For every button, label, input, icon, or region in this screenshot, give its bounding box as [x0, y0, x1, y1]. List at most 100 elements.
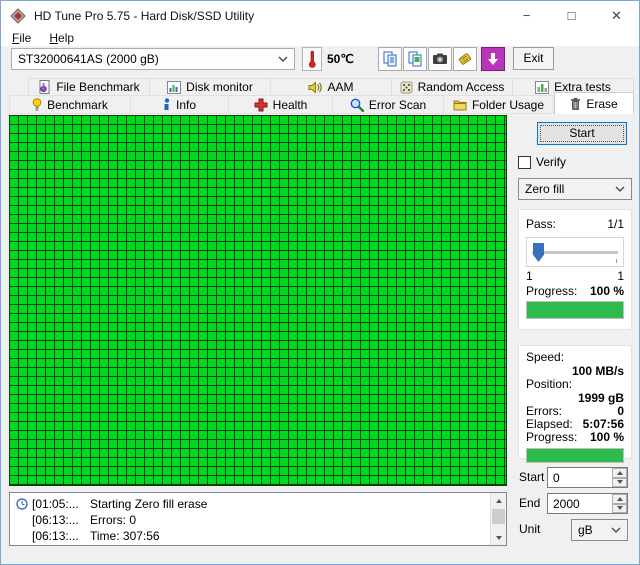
spin-down-button[interactable] — [612, 478, 627, 488]
window-title: HD Tune Pro 5.75 - Hard Disk/SSD Utility — [34, 9, 254, 23]
temperature-value: 50℃ — [327, 52, 354, 66]
tab-label: Error Scan — [369, 98, 426, 112]
tab-random-access[interactable]: Random Access — [392, 78, 513, 96]
pass-scale-max: 1 — [617, 270, 624, 283]
speed-value: 100 MB/s — [519, 364, 631, 378]
log-time: [06:13:... — [32, 529, 90, 543]
range-start-label: Start — [519, 467, 544, 488]
pass-scale-min: 1 — [526, 270, 533, 283]
scroll-down-button[interactable] — [491, 530, 507, 545]
copy-image-button[interactable] — [403, 47, 427, 71]
unit-label: Unit — [519, 519, 540, 540]
log-scrollbar[interactable] — [490, 493, 506, 545]
update-button[interactable] — [481, 47, 505, 71]
tab-benchmark[interactable]: Benchmark — [9, 95, 131, 114]
triangle-down-icon — [496, 536, 502, 540]
pass-slider[interactable] — [526, 237, 624, 267]
tab-file-benchmark[interactable]: File Benchmark — [28, 78, 150, 96]
clock-icon — [16, 498, 28, 510]
verify-label: Verify — [536, 155, 566, 169]
screenshot-button[interactable] — [428, 47, 452, 71]
log-message: Time: 307:56 — [90, 529, 160, 543]
tab-row-top: File Benchmark Disk monitor AAM Random A… — [28, 78, 634, 96]
triangle-up-icon — [617, 497, 623, 501]
aam-icon — [308, 81, 322, 94]
hdtune-window: HD Tune Pro 5.75 - Hard Disk/SSD Utility… — [0, 0, 640, 565]
tab-health[interactable]: Health — [229, 95, 333, 114]
log-list: [01:05:... Starting Zero fill erase [06:… — [10, 493, 506, 544]
close-button[interactable]: ✕ — [594, 1, 639, 30]
tab-info[interactable]: Info — [131, 95, 229, 114]
tab-aam[interactable]: AAM — [271, 78, 392, 96]
app-icon — [10, 8, 26, 24]
tab-disk-monitor[interactable]: Disk monitor — [150, 78, 271, 96]
menu-help[interactable]: Help — [42, 31, 81, 45]
start-erase-button[interactable]: Start — [537, 122, 627, 145]
pass-groupbox: Pass: 1/1 1 1 Progress: 100 % — [518, 209, 632, 330]
chevron-down-icon — [615, 186, 625, 192]
minimize-button[interactable]: − — [504, 1, 549, 30]
tab-label: File Benchmark — [56, 80, 139, 94]
tab-label: AAM — [327, 80, 353, 94]
copy-text-icon — [382, 51, 398, 67]
triangle-down-icon — [617, 506, 623, 510]
drive-select-value: ST32000641AS (2000 gB) — [12, 52, 278, 66]
maximize-button[interactable]: □ — [549, 1, 594, 30]
screenshot-icon — [432, 51, 448, 67]
pass-slider-thumb[interactable] — [533, 243, 544, 262]
drive-select[interactable]: ST32000641AS (2000 gB) — [11, 48, 295, 70]
position-label: Position: — [526, 378, 572, 391]
erase-icon — [570, 97, 581, 111]
spin-up-button[interactable] — [612, 468, 627, 478]
unit-select[interactable]: gB — [571, 519, 628, 541]
folder-usage-icon — [453, 99, 467, 111]
tab-label: Disk monitor — [186, 80, 253, 94]
temperature-button[interactable] — [302, 47, 322, 71]
tab-erase[interactable]: Erase — [554, 92, 634, 114]
erase-mode-select[interactable]: Zero fill — [518, 178, 632, 200]
tab-label: Health — [273, 98, 308, 112]
erase-block-map — [9, 115, 507, 486]
disk-monitor-icon — [167, 81, 181, 94]
range-start-spinner — [612, 468, 627, 487]
log-time: [06:13:... — [32, 513, 90, 527]
status-progress-label: Progress: — [526, 431, 577, 444]
menubar: File Help — [1, 30, 639, 47]
tab-folder-usage[interactable]: Folder Usage — [444, 95, 554, 114]
scrollbar-thumb[interactable] — [492, 509, 505, 524]
pass-label: Pass: — [526, 217, 556, 231]
tab-label: Random Access — [418, 80, 505, 94]
range-end-label: End — [519, 493, 540, 514]
log-time: [01:05:... — [32, 497, 90, 511]
thermometer-icon — [308, 50, 316, 68]
extra-tests-icon — [535, 81, 549, 94]
log-entry: [06:13:... Time: 307:56 — [16, 528, 484, 544]
tab-error-scan[interactable]: Error Scan — [333, 95, 444, 114]
health-icon — [254, 98, 268, 112]
verify-option[interactable]: Verify — [518, 155, 566, 169]
log-entry: [06:13:... Errors: 0 — [16, 512, 484, 528]
triangle-down-icon — [617, 480, 623, 484]
update-down-arrow-icon — [486, 52, 500, 66]
copy-text-button[interactable] — [378, 47, 402, 71]
spin-down-button[interactable] — [612, 504, 627, 514]
pass-progress-value: 100 % — [590, 284, 624, 298]
tab-label: Folder Usage — [472, 98, 544, 112]
position-value: 1999 gB — [519, 391, 631, 405]
pass-slider-tick — [616, 259, 617, 263]
menu-file[interactable]: File — [5, 31, 38, 45]
log-box: [01:05:... Starting Zero fill erase [06:… — [9, 492, 507, 546]
scroll-up-button[interactable] — [491, 493, 507, 508]
exit-button[interactable]: Exit — [513, 47, 554, 70]
file-benchmark-icon — [38, 80, 51, 94]
save-button[interactable] — [453, 47, 477, 71]
pass-value: 1/1 — [607, 217, 624, 231]
erase-mode-value: Zero fill — [519, 182, 615, 196]
tab-label: Erase — [586, 97, 617, 111]
spin-up-button[interactable] — [612, 494, 627, 504]
info-icon — [163, 98, 171, 112]
verify-checkbox[interactable] — [518, 156, 531, 169]
chevron-down-icon — [278, 56, 288, 62]
log-message: Errors: 0 — [90, 513, 136, 527]
tab-row-bottom: Benchmark Info Health Error Scan — [9, 95, 634, 114]
